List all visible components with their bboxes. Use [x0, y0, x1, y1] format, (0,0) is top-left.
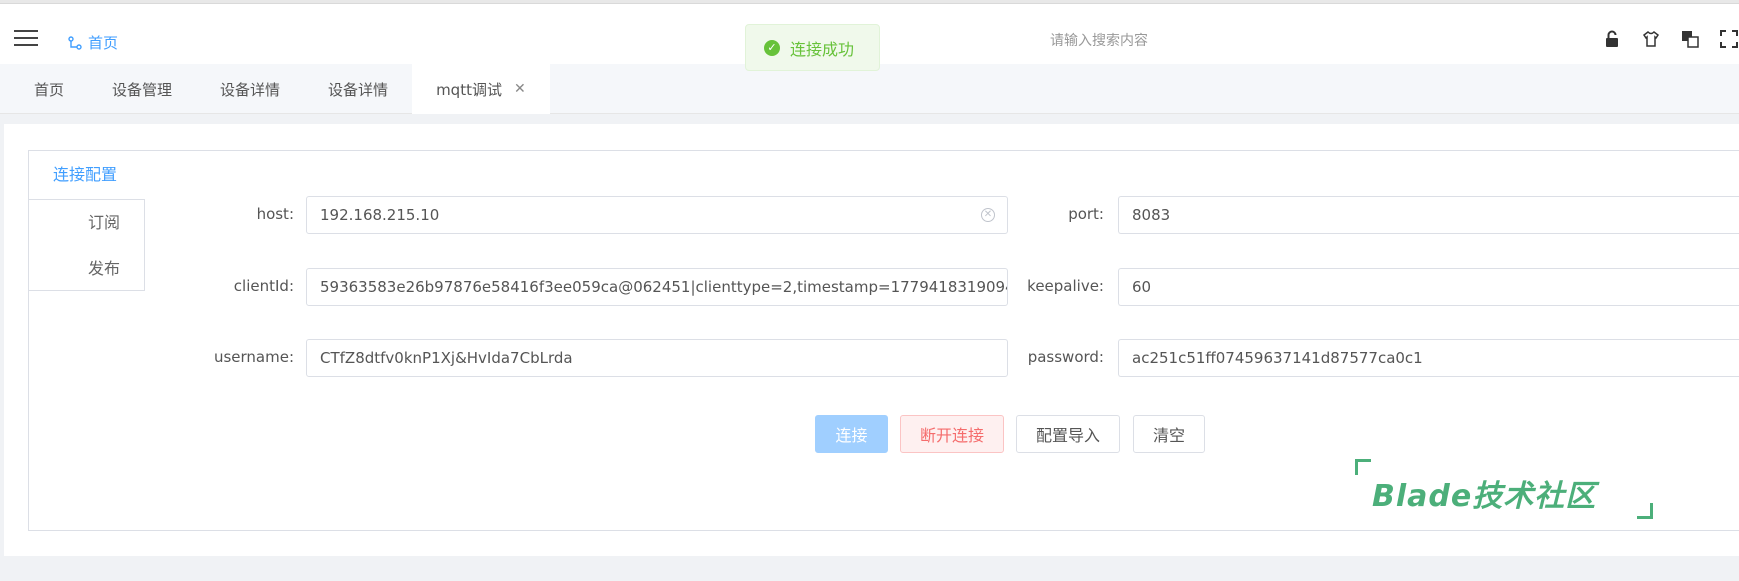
- tab-device-detail-1[interactable]: 设备详情: [196, 64, 304, 114]
- side-nav: 订阅 发布: [29, 199, 145, 291]
- tab-device-detail-2[interactable]: 设备详情: [304, 64, 412, 114]
- username-input[interactable]: CTfZ8dtfv0knP1Xj&HvIda7CbLrda: [306, 339, 1008, 377]
- password-label: password:: [1027, 348, 1104, 366]
- branch-icon: [68, 35, 82, 50]
- connect-button[interactable]: 连接: [815, 415, 888, 453]
- keepalive-label: keepalive:: [1027, 277, 1104, 295]
- host-value: 192.168.215.10: [320, 206, 440, 224]
- side-nav-publish[interactable]: 发布: [29, 246, 144, 292]
- clientid-label: clientId:: [233, 277, 294, 295]
- copy-icon[interactable]: [1680, 28, 1700, 50]
- import-config-button[interactable]: 配置导入: [1016, 415, 1120, 453]
- clientid-input[interactable]: 59363583e26b97876e58416f3ee059ca@062451|…: [306, 268, 1008, 306]
- toast-message: 连接成功: [790, 39, 855, 59]
- tab-home[interactable]: 首页: [0, 64, 88, 114]
- tab-device-management[interactable]: 设备管理: [88, 64, 196, 114]
- port-label: port:: [1068, 205, 1104, 223]
- toolbar-icons: [1602, 28, 1739, 50]
- disconnect-button[interactable]: 断开连接: [900, 415, 1004, 453]
- home-breadcrumb-link[interactable]: 首页: [68, 32, 118, 53]
- watermark-text: Blade技术社区: [1372, 479, 1597, 514]
- host-input[interactable]: 192.168.215.10 ✕: [306, 196, 1008, 234]
- watermark-corner-top-left: [1355, 459, 1371, 475]
- home-link-label: 首页: [88, 34, 119, 52]
- clear-button[interactable]: 清空: [1133, 415, 1205, 453]
- watermark-logo: Blade技术社区: [1355, 457, 1653, 519]
- success-toast: ✓ 连接成功: [745, 24, 880, 71]
- clear-input-icon[interactable]: ✕: [981, 208, 995, 222]
- search-input[interactable]: 请输入搜索内容: [1050, 30, 1148, 50]
- host-label: host:: [256, 205, 294, 223]
- watermark-corner-bottom-right: [1637, 503, 1653, 519]
- tab-mqtt-debug[interactable]: mqtt调试 ✕: [412, 64, 550, 114]
- tab-mqtt-debug-label: mqtt调试: [436, 80, 502, 99]
- tab-bar: 首页 设备管理 设备详情 设备详情 mqtt调试 ✕: [0, 64, 1739, 114]
- side-nav-subscribe[interactable]: 订阅: [29, 200, 144, 246]
- username-label: username:: [213, 348, 294, 366]
- tab-connection-config[interactable]: 连接配置: [53, 161, 117, 185]
- close-icon[interactable]: ✕: [514, 81, 526, 97]
- check-circle-icon: ✓: [764, 39, 780, 56]
- port-input[interactable]: 8083: [1118, 196, 1739, 234]
- lock-icon[interactable]: [1602, 28, 1622, 50]
- password-input[interactable]: ac251c51ff07459637141d87577ca0c1: [1118, 339, 1739, 377]
- shirt-icon[interactable]: [1641, 28, 1661, 50]
- keepalive-input[interactable]: 60: [1118, 268, 1739, 306]
- fullscreen-icon[interactable]: [1719, 28, 1739, 50]
- menu-toggle-icon[interactable]: [14, 30, 38, 48]
